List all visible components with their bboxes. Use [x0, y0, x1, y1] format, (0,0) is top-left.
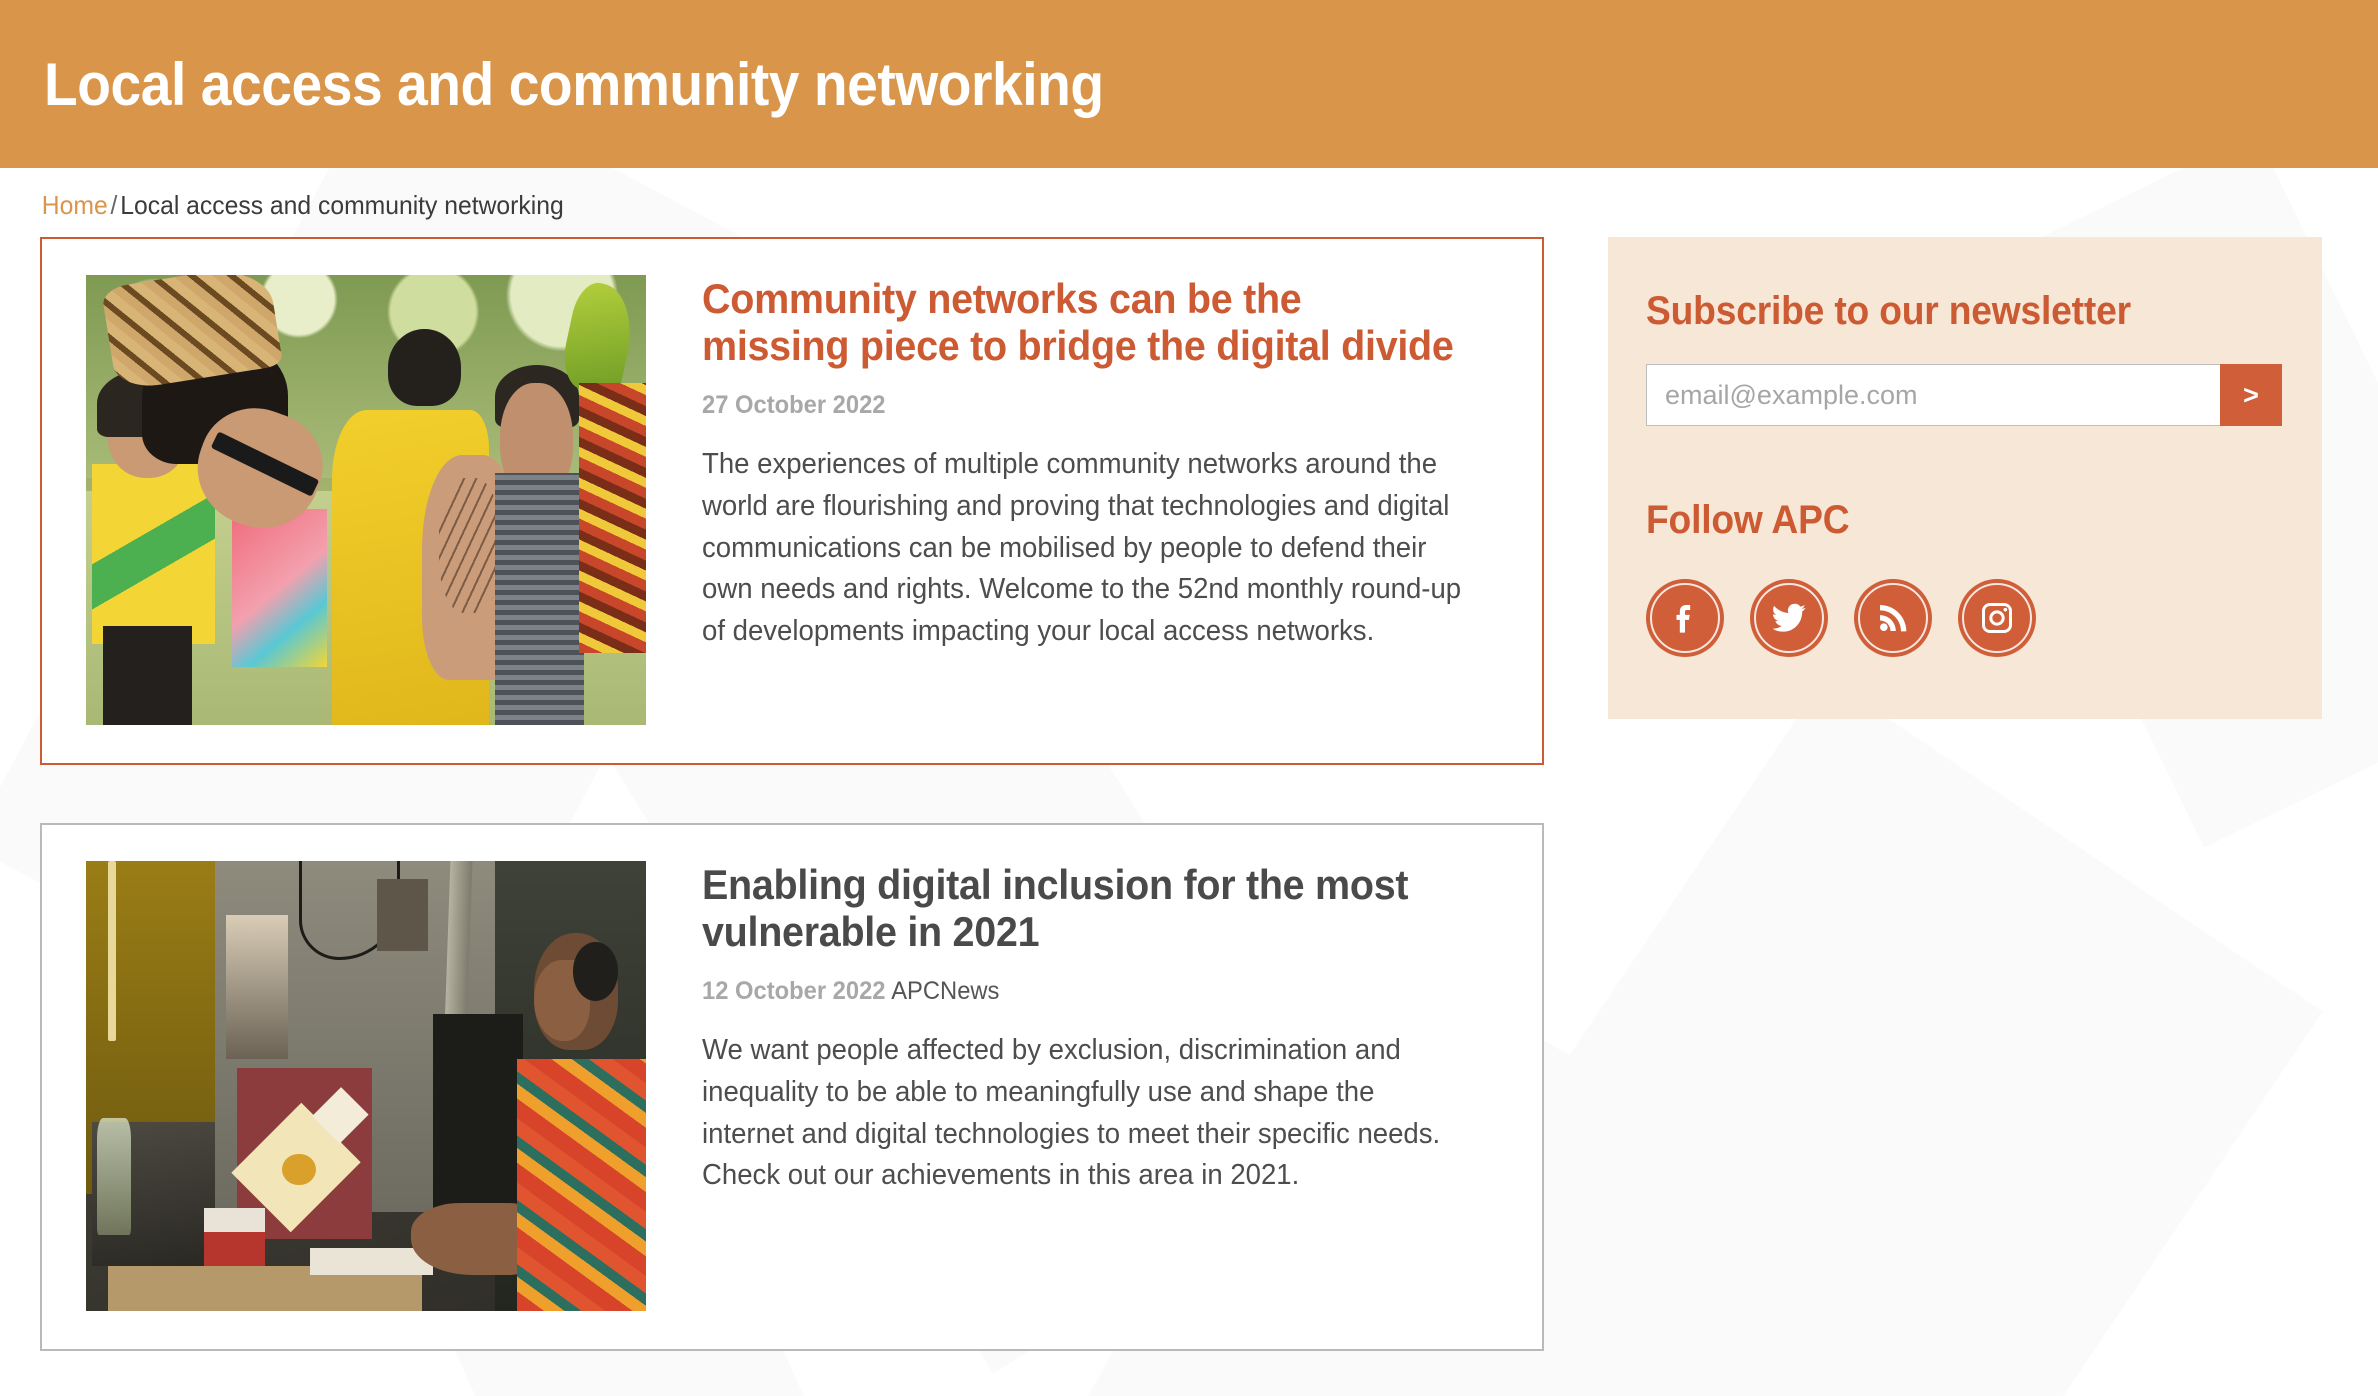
- newsletter-panel: Subscribe to our newsletter > Follow APC: [1608, 237, 2322, 719]
- breadcrumb-separator: /: [110, 190, 118, 220]
- article-date: 27 October 2022: [702, 391, 886, 420]
- instagram-icon: [1982, 603, 2012, 633]
- article-summary: We want people affected by exclusion, di…: [702, 1034, 1441, 1192]
- newsletter-email-input[interactable]: [1646, 364, 2220, 426]
- rss-icon: [1880, 605, 1907, 632]
- page-header: Local access and community networking: [0, 0, 2378, 168]
- article-card[interactable]: Enabling digital inclusion for the most …: [40, 823, 1544, 1351]
- community-gathering-photo: [86, 275, 646, 725]
- rss-link[interactable]: [1854, 579, 1932, 657]
- sidebar: Subscribe to our newsletter > Follow APC: [1608, 237, 2322, 719]
- article-meta: 12 October 2022 APCNews: [702, 977, 1462, 1006]
- newsletter-form: >: [1646, 364, 2282, 426]
- article-body: Enabling digital inclusion for the most …: [646, 861, 1502, 1311]
- page-title: Local access and community networking: [44, 50, 1104, 118]
- radio-station-photo: [86, 861, 646, 1311]
- article-thumbnail[interactable]: [86, 861, 646, 1311]
- article-summary: The experiences of multiple community ne…: [702, 448, 1462, 648]
- article-body: Community networks can be the missing pi…: [646, 275, 1502, 725]
- follow-heading: Follow APC: [1646, 498, 1850, 542]
- article-list: Community networks can be the missing pi…: [40, 237, 1544, 1396]
- facebook-link[interactable]: [1646, 579, 1724, 657]
- twitter-link[interactable]: [1750, 579, 1828, 657]
- breadcrumb: Home / Local access and community networki…: [0, 168, 2259, 237]
- breadcrumb-home-link[interactable]: Home: [42, 190, 108, 220]
- newsletter-heading: Subscribe to our newsletter: [1646, 289, 2131, 333]
- newsletter-submit-button[interactable]: >: [2220, 364, 2282, 426]
- social-links: [1646, 579, 2282, 657]
- article-source: APCNews: [891, 977, 1000, 1006]
- article-thumbnail[interactable]: [86, 275, 646, 725]
- instagram-link[interactable]: [1958, 579, 2036, 657]
- page-layout: Community networks can be the missing pi…: [0, 237, 2378, 1396]
- facebook-icon: [1676, 605, 1691, 633]
- article-meta: 27 October 2022: [702, 391, 1462, 420]
- twitter-icon: [1772, 603, 1806, 632]
- article-card-featured[interactable]: Community networks can be the missing pi…: [40, 237, 1544, 765]
- article-title[interactable]: Enabling digital inclusion for the most …: [702, 861, 1454, 955]
- article-date: 12 October 2022: [702, 977, 886, 1006]
- article-title[interactable]: Community networks can be the missing pi…: [702, 275, 1454, 369]
- breadcrumb-current: Local access and community networking: [120, 190, 564, 220]
